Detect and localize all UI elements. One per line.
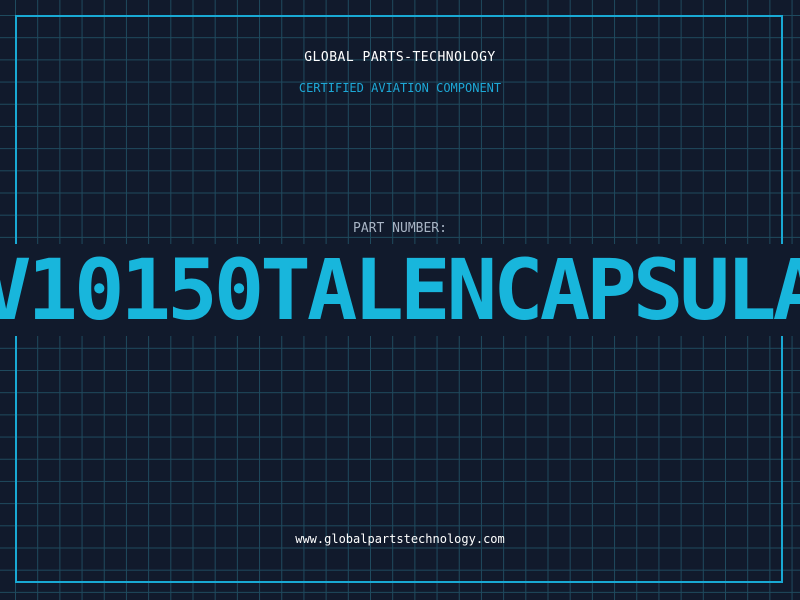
- certificate-canvas: GLOBAL PARTS-TECHNOLOGY CERTIFIED AVIATI…: [0, 0, 800, 600]
- certification-subtitle: CERTIFIED AVIATION COMPONENT: [298, 81, 502, 95]
- website-url: www.globalpartstechnology.com: [295, 532, 505, 546]
- brand-title: GLOBAL PARTS-TECHNOLOGY: [304, 50, 496, 65]
- part-number-value: V10150TALENCAPSULA: [0, 246, 800, 334]
- part-number-label: PART NUMBER:: [353, 221, 447, 236]
